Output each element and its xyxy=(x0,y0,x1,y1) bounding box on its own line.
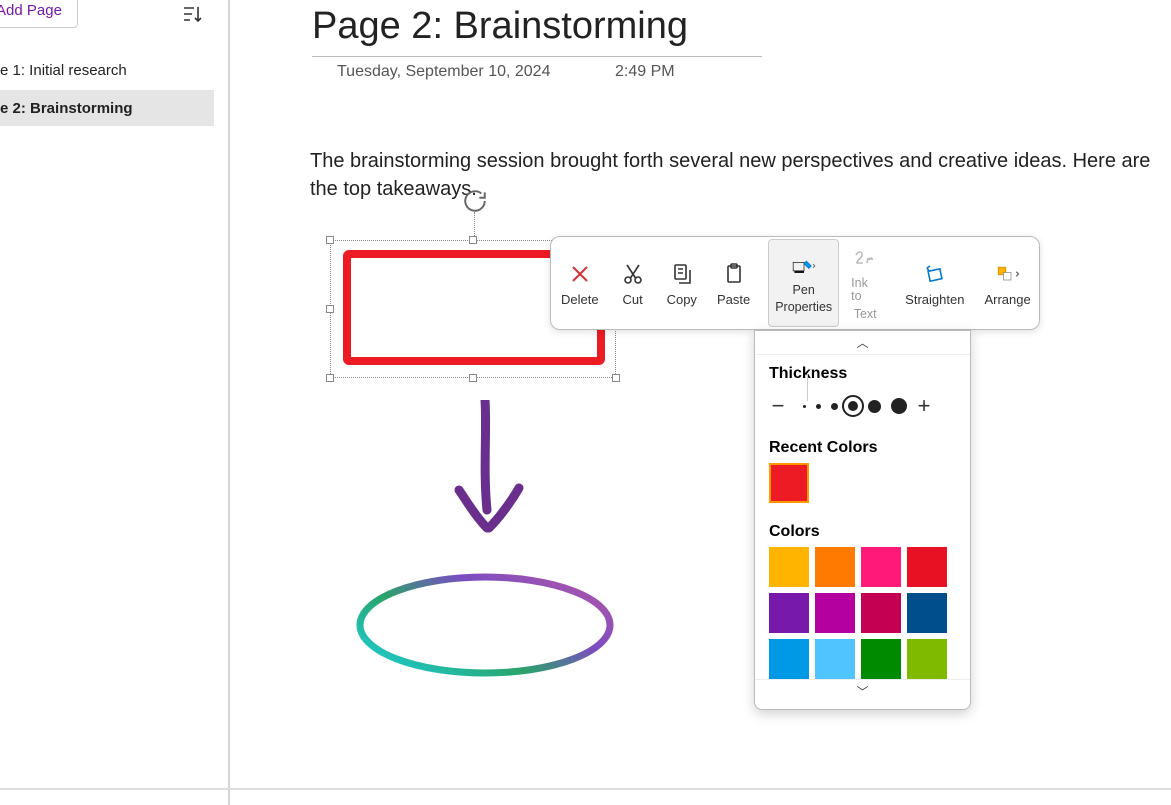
thickness-decrease-button[interactable]: − xyxy=(769,393,787,419)
resize-handle-bm[interactable] xyxy=(469,374,477,382)
pen-properties-icon xyxy=(784,252,824,280)
add-page-button[interactable]: Add Page xyxy=(0,0,78,28)
cut-icon xyxy=(619,260,647,288)
sidebar-item-label: e 2: Brainstorming xyxy=(0,100,133,117)
thickness-option[interactable] xyxy=(816,404,821,409)
page-title[interactable]: Page 2: Brainstorming xyxy=(312,5,688,48)
color-swatch[interactable] xyxy=(815,639,855,679)
note-canvas[interactable]: Page 2: Brainstorming Tuesday, September… xyxy=(230,0,1171,805)
delete-button[interactable]: Delete xyxy=(551,237,609,329)
pages-sidebar: Add Page e 1: Initial research e 2: Brai… xyxy=(0,0,224,805)
color-swatch[interactable] xyxy=(815,593,855,633)
thickness-row: − + xyxy=(755,389,970,429)
ink-ellipse[interactable] xyxy=(345,565,635,695)
color-swatch[interactable] xyxy=(769,639,809,679)
sidebar-page-item-active[interactable]: e 2: Brainstorming xyxy=(0,90,214,126)
thickness-divider xyxy=(807,373,808,401)
straighten-label: Straighten xyxy=(905,292,964,307)
pen-properties-label-1: Pen xyxy=(793,284,815,297)
color-swatch[interactable] xyxy=(861,593,901,633)
paste-icon xyxy=(720,260,748,288)
thickness-option[interactable] xyxy=(891,398,907,414)
ink-to-text-button: Ink to Text xyxy=(841,237,889,329)
ink-to-text-label-2: Text xyxy=(854,308,877,321)
straighten-button[interactable]: Straighten xyxy=(895,237,974,329)
thickness-option[interactable] xyxy=(868,400,881,413)
delete-icon xyxy=(566,260,594,288)
arrange-label: Arrange xyxy=(984,292,1030,307)
resize-handle-tm[interactable] xyxy=(469,236,477,244)
add-page-label: Add Page xyxy=(0,2,62,19)
color-swatch[interactable] xyxy=(907,593,947,633)
ink-selection-toolbar: Delete Cut Copy Paste Pen Properties Ink… xyxy=(550,236,1040,330)
paste-label: Paste xyxy=(717,292,750,307)
thickness-option[interactable] xyxy=(831,403,838,410)
pen-properties-button[interactable]: Pen Properties xyxy=(768,239,839,327)
thickness-option[interactable] xyxy=(803,405,806,408)
colors-section-label: Colors xyxy=(755,513,970,547)
cut-label: Cut xyxy=(622,292,642,307)
rotate-handle-icon[interactable] xyxy=(462,188,488,214)
copy-label: Copy xyxy=(667,292,697,307)
page-body-text[interactable]: The brainstorming session brought forth … xyxy=(310,147,1160,203)
recent-colors-row xyxy=(755,463,970,513)
pen-properties-label-2: Properties xyxy=(775,301,832,314)
cut-button[interactable]: Cut xyxy=(609,237,657,329)
thickness-increase-button[interactable]: + xyxy=(915,393,933,419)
delete-label: Delete xyxy=(561,292,599,307)
recent-colors-section-label: Recent Colors xyxy=(755,429,970,463)
arrange-button[interactable]: Arrange xyxy=(974,237,1040,329)
color-swatch[interactable] xyxy=(907,639,947,679)
page-date: Tuesday, September 10, 2024 xyxy=(337,63,550,81)
resize-handle-tl[interactable] xyxy=(326,236,334,244)
paste-button[interactable]: Paste xyxy=(707,237,760,329)
page-time: 2:49 PM xyxy=(615,63,675,81)
pen-properties-panel: ︿ Thickness − + Recent Colors Colors ﹀ xyxy=(754,330,971,710)
color-swatch[interactable] xyxy=(861,639,901,679)
color-swatch[interactable] xyxy=(907,547,947,587)
color-swatch[interactable] xyxy=(769,547,809,587)
color-swatch[interactable] xyxy=(861,547,901,587)
straighten-icon xyxy=(921,260,949,288)
thickness-section-label: Thickness xyxy=(755,355,970,389)
thickness-option[interactable] xyxy=(848,401,858,411)
resize-handle-br[interactable] xyxy=(612,374,620,382)
copy-button[interactable]: Copy xyxy=(657,237,707,329)
color-grid xyxy=(755,547,970,679)
sidebar-item-label: e 1: Initial research xyxy=(0,62,127,79)
sort-pages-icon[interactable] xyxy=(180,2,204,26)
ink-to-text-icon xyxy=(851,245,879,273)
copy-icon xyxy=(668,260,696,288)
bottom-divider xyxy=(0,788,1171,790)
resize-handle-ml[interactable] xyxy=(326,305,334,313)
color-swatch[interactable] xyxy=(815,547,855,587)
arrange-icon xyxy=(990,260,1026,288)
ink-to-text-label-1: Ink to xyxy=(851,277,879,303)
panel-collapse-up-icon[interactable]: ︿ xyxy=(755,331,970,355)
sidebar-page-item[interactable]: e 1: Initial research xyxy=(0,52,214,88)
resize-handle-bl[interactable] xyxy=(326,374,334,382)
recent-color-swatch[interactable] xyxy=(769,463,809,503)
panel-collapse-down-icon[interactable]: ﹀ xyxy=(755,679,970,703)
title-underline xyxy=(312,56,762,57)
color-swatch[interactable] xyxy=(769,593,809,633)
ink-arrow[interactable] xyxy=(445,400,535,550)
